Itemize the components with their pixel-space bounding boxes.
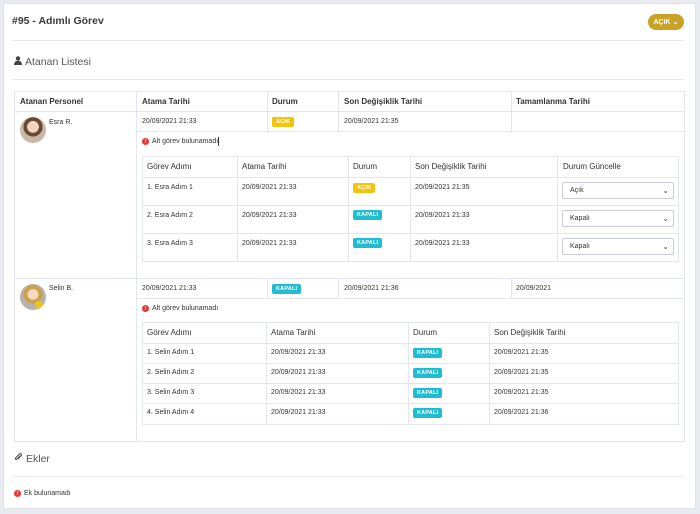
completed-date: 20/09/2021 xyxy=(516,285,552,292)
status-button-label: AÇIK xyxy=(653,18,671,26)
no-subtask-message: ! Alt görev bulunamadı xyxy=(142,138,218,145)
step-status-badge: KAPALI xyxy=(413,408,443,418)
col-modified-date: Son Değişiklik Tarihi xyxy=(415,162,487,171)
step-name: 4. Selin Adım 4 xyxy=(147,409,195,416)
chevron-down-icon: ⌄ xyxy=(662,242,669,251)
col-modified-date: Son Değişiklik Tarihi xyxy=(494,328,566,337)
status-select[interactable]: Kapalı ⌄ xyxy=(562,238,674,255)
attachments-section-header: Ekler xyxy=(14,453,50,465)
step-status-badge: KAPALI xyxy=(413,348,443,358)
attachments-title: Ekler xyxy=(26,453,50,465)
step-modified-date: 20/09/2021 21:35 xyxy=(415,184,470,191)
no-subtask-message: ! Alt görev bulunamadı xyxy=(142,305,218,312)
text-cursor xyxy=(218,137,219,146)
step-name: 1. Selin Adım 1 xyxy=(147,349,195,356)
alert-icon: ! xyxy=(14,490,21,497)
modified-date: 20/09/2021 21:36 xyxy=(344,285,399,292)
status-select[interactable]: Açık ⌄ xyxy=(562,182,674,199)
step-modified-date: 20/09/2021 21:35 xyxy=(494,349,549,356)
step-modified-date: 20/09/2021 21:33 xyxy=(415,240,470,247)
assignee-section-title: Atanan Listesi xyxy=(25,56,91,68)
col-completed-date: Tamamlanma Tarihi xyxy=(516,97,590,106)
assigned-date: 20/09/2021 21:33 xyxy=(142,118,197,125)
col-assigned-date: Atama Tarihi xyxy=(271,328,316,337)
step-assigned-date: 20/09/2021 21:33 xyxy=(242,212,297,219)
assignee-name: Esra R. xyxy=(49,119,73,126)
modified-date: 20/09/2021 21:35 xyxy=(344,118,399,125)
no-attachment-message: ! Ek bulunamadı xyxy=(14,490,71,497)
col-assignee: Atanan Personel xyxy=(20,97,84,106)
alert-icon: ! xyxy=(142,138,149,145)
step-status-badge: KAPALI xyxy=(353,238,383,248)
step-name: 2. Selin Adım 2 xyxy=(147,369,195,376)
avatar xyxy=(20,284,46,310)
chevron-down-icon: ⌄ xyxy=(662,214,669,223)
status-select[interactable]: Kapalı ⌄ xyxy=(562,210,674,227)
divider xyxy=(12,40,684,41)
user-icon xyxy=(14,56,22,68)
chevron-down-icon: ⌄ xyxy=(672,19,679,26)
divider xyxy=(12,476,684,477)
divider xyxy=(12,79,684,80)
step-assigned-date: 20/09/2021 21:33 xyxy=(271,389,326,396)
step-name: 3. Selin Adım 3 xyxy=(147,389,195,396)
step-assigned-date: 20/09/2021 21:33 xyxy=(271,349,326,356)
step-status-badge: KAPALI xyxy=(413,368,443,378)
step-assigned-date: 20/09/2021 21:33 xyxy=(242,184,297,191)
avatar xyxy=(20,117,46,143)
assigned-date: 20/09/2021 21:33 xyxy=(142,285,197,292)
col-status: Durum xyxy=(272,97,298,106)
step-status-badge: AÇIK xyxy=(353,183,376,193)
alert-icon: ! xyxy=(142,305,149,312)
step-assigned-date: 20/09/2021 21:33 xyxy=(271,409,326,416)
col-status: Durum xyxy=(353,162,378,171)
col-step: Görev Adımı xyxy=(147,328,192,337)
status-dropdown-button[interactable]: AÇIK ⌄ xyxy=(648,14,684,30)
step-name: 1. Esra Adım 1 xyxy=(147,184,193,191)
step-status-badge: KAPALI xyxy=(413,388,443,398)
col-status-update: Durum Güncelle xyxy=(563,162,621,171)
status-badge: KAPALI xyxy=(272,284,302,294)
step-modified-date: 20/09/2021 21:33 xyxy=(415,212,470,219)
step-modified-date: 20/09/2021 21:35 xyxy=(494,389,549,396)
col-assigned-date: Atama Tarihi xyxy=(142,97,190,106)
step-assigned-date: 20/09/2021 21:33 xyxy=(242,240,297,247)
step-assigned-date: 20/09/2021 21:33 xyxy=(271,369,326,376)
col-modified-date: Son Değişiklik Tarihi xyxy=(344,97,423,106)
col-step: Görev Adımı xyxy=(147,162,192,171)
col-assigned-date: Atama Tarihi xyxy=(242,162,287,171)
step-name: 3. Esra Adım 3 xyxy=(147,240,193,247)
chevron-down-icon: ⌄ xyxy=(662,186,669,195)
page-title: #95 - Adımlı Görev xyxy=(12,15,104,27)
steps-table xyxy=(142,322,679,425)
step-status-badge: KAPALI xyxy=(353,210,383,220)
col-status: Durum xyxy=(413,328,438,337)
step-name: 2. Esra Adım 2 xyxy=(147,212,193,219)
paperclip-icon xyxy=(14,453,23,465)
status-badge: AÇIK xyxy=(272,117,295,127)
step-modified-date: 20/09/2021 21:36 xyxy=(494,409,549,416)
assignee-name: Selin B. xyxy=(49,285,74,292)
assignee-section-header: Atanan Listesi xyxy=(14,56,91,68)
step-modified-date: 20/09/2021 21:35 xyxy=(494,369,549,376)
